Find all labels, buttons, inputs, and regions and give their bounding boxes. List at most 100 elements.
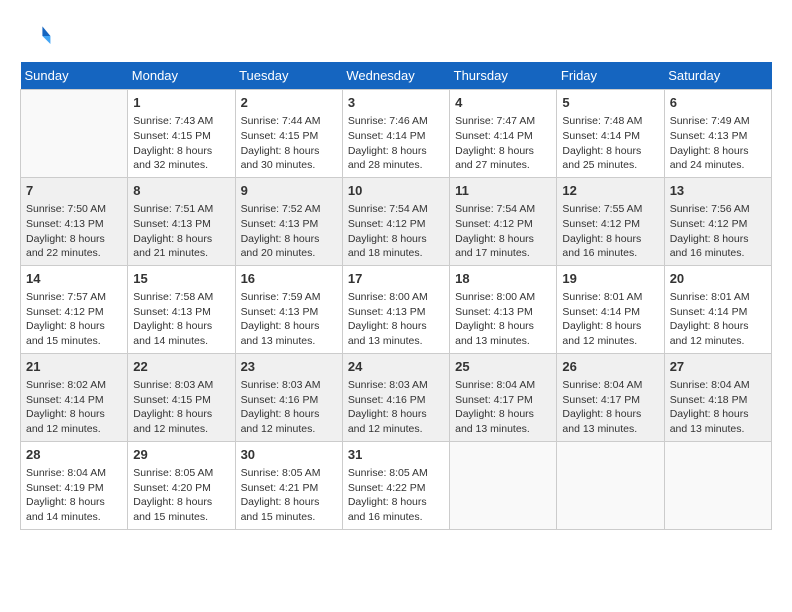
sunrise-text: Sunrise: 7:43 AM — [133, 114, 229, 129]
sunset-text: Sunset: 4:12 PM — [348, 217, 444, 232]
sunset-text: Sunset: 4:14 PM — [455, 129, 551, 144]
day-number: 23 — [241, 358, 337, 376]
sunset-text: Sunset: 4:14 PM — [670, 305, 766, 320]
sunrise-text: Sunrise: 7:50 AM — [26, 202, 122, 217]
day-number: 12 — [562, 182, 658, 200]
day-number: 1 — [133, 94, 229, 112]
sunrise-text: Sunrise: 8:01 AM — [670, 290, 766, 305]
sunset-text: Sunset: 4:12 PM — [562, 217, 658, 232]
daylight-text: Daylight: 8 hours and 13 minutes. — [241, 319, 337, 348]
calendar-cell: 7Sunrise: 7:50 AMSunset: 4:13 PMDaylight… — [21, 177, 128, 265]
sunrise-text: Sunrise: 7:48 AM — [562, 114, 658, 129]
day-number: 22 — [133, 358, 229, 376]
calendar-cell: 19Sunrise: 8:01 AMSunset: 4:14 PMDayligh… — [557, 265, 664, 353]
day-number: 5 — [562, 94, 658, 112]
day-number: 10 — [348, 182, 444, 200]
col-header-wednesday: Wednesday — [342, 62, 449, 90]
sunset-text: Sunset: 4:14 PM — [348, 129, 444, 144]
daylight-text: Daylight: 8 hours and 13 minutes. — [348, 319, 444, 348]
sunset-text: Sunset: 4:22 PM — [348, 481, 444, 496]
sunrise-text: Sunrise: 8:04 AM — [670, 378, 766, 393]
calendar-week-row: 7Sunrise: 7:50 AMSunset: 4:13 PMDaylight… — [21, 177, 772, 265]
sunrise-text: Sunrise: 8:03 AM — [133, 378, 229, 393]
daylight-text: Daylight: 8 hours and 12 minutes. — [26, 407, 122, 436]
daylight-text: Daylight: 8 hours and 12 minutes. — [670, 319, 766, 348]
daylight-text: Daylight: 8 hours and 17 minutes. — [455, 232, 551, 261]
sunrise-text: Sunrise: 8:04 AM — [26, 466, 122, 481]
sunrise-text: Sunrise: 8:05 AM — [348, 466, 444, 481]
col-header-sunday: Sunday — [21, 62, 128, 90]
calendar-cell: 23Sunrise: 8:03 AMSunset: 4:16 PMDayligh… — [235, 353, 342, 441]
sunset-text: Sunset: 4:13 PM — [241, 305, 337, 320]
sunset-text: Sunset: 4:13 PM — [133, 305, 229, 320]
daylight-text: Daylight: 8 hours and 21 minutes. — [133, 232, 229, 261]
calendar-cell: 5 Sunrise: 7:48 AMSunset: 4:14 PMDaylight… — [557, 90, 664, 178]
daylight-text: Daylight: 8 hours and 12 minutes. — [133, 407, 229, 436]
calendar-cell: 21Sunrise: 8:02 AMSunset: 4:14 PMDayligh… — [21, 353, 128, 441]
daylight-text: Daylight: 8 hours and 15 minutes. — [133, 495, 229, 524]
daylight-text: Daylight: 8 hours and 28 minutes. — [348, 144, 444, 173]
calendar-week-row: 1 Sunrise: 7:43 AMSunset: 4:15 PM Daylight… — [21, 90, 772, 178]
calendar-cell: 28Sunrise: 8:04 AMSunset: 4:19 PMDayligh… — [21, 441, 128, 529]
calendar-cell: 10Sunrise: 7:54 AMSunset: 4:12 PMDayligh… — [342, 177, 449, 265]
sunrise-text: Sunrise: 8:00 AM — [455, 290, 551, 305]
calendar-cell: 24Sunrise: 8:03 AMSunset: 4:16 PMDayligh… — [342, 353, 449, 441]
sunset-text: Sunset: 4:14 PM — [26, 393, 122, 408]
calendar-cell: 29Sunrise: 8:05 AMSunset: 4:20 PMDayligh… — [128, 441, 235, 529]
daylight-text: Daylight: 8 hours and 22 minutes. — [26, 232, 122, 261]
day-number: 3 — [348, 94, 444, 112]
sunrise-text: Sunrise: 7:49 AM — [670, 114, 766, 129]
sunset-text: Sunset: 4:14 PM — [562, 129, 658, 144]
calendar-cell: 20Sunrise: 8:01 AMSunset: 4:14 PMDayligh… — [664, 265, 771, 353]
calendar-cell — [664, 441, 771, 529]
sunset-text: Sunset: 4:13 PM — [133, 217, 229, 232]
day-number: 29 — [133, 446, 229, 464]
day-number: 7 — [26, 182, 122, 200]
daylight-text: Daylight: 8 hours and 25 minutes. — [562, 144, 658, 173]
day-number: 17 — [348, 270, 444, 288]
calendar-cell: 3 Sunrise: 7:46 AMSunset: 4:14 PMDaylight… — [342, 90, 449, 178]
day-number: 28 — [26, 446, 122, 464]
day-number: 16 — [241, 270, 337, 288]
daylight-text: Daylight: 8 hours and 12 minutes. — [562, 319, 658, 348]
sunrise-text: Sunrise: 8:03 AM — [348, 378, 444, 393]
calendar-cell: 2Sunrise: 7:44 AMSunset: 4:15 PMDaylight… — [235, 90, 342, 178]
day-number: 8 — [133, 182, 229, 200]
calendar-cell: 11Sunrise: 7:54 AMSunset: 4:12 PMDayligh… — [450, 177, 557, 265]
calendar-cell: 30Sunrise: 8:05 AMSunset: 4:21 PMDayligh… — [235, 441, 342, 529]
sunset-text: Sunset: 4:15 PM — [133, 393, 229, 408]
sunrise-text: Sunrise: 7:54 AM — [455, 202, 551, 217]
sunrise-text: Sunrise: 7:46 AM — [348, 114, 444, 129]
day-number: 27 — [670, 358, 766, 376]
daylight-text: Daylight: 8 hours and 12 minutes. — [348, 407, 444, 436]
day-number: 21 — [26, 358, 122, 376]
logo — [20, 20, 56, 52]
calendar-week-row: 14Sunrise: 7:57 AMSunset: 4:12 PMDayligh… — [21, 265, 772, 353]
day-number: 6 — [670, 94, 766, 112]
calendar-cell: 18Sunrise: 8:00 AMSunset: 4:13 PMDayligh… — [450, 265, 557, 353]
day-number: 2 — [241, 94, 337, 112]
calendar-cell — [557, 441, 664, 529]
calendar-cell: 9Sunrise: 7:52 AMSunset: 4:13 PMDaylight… — [235, 177, 342, 265]
sunrise-text: Sunrise: 8:04 AM — [562, 378, 658, 393]
calendar-week-row: 28 Sunrise: 8:04 AMSunset: 4:19 PM Dayligh… — [21, 441, 772, 529]
sunset-text: Sunset: 4:15 PM — [133, 129, 229, 144]
logo-icon — [20, 20, 52, 52]
sunset-text: Sunset: 4:18 PM — [670, 393, 766, 408]
daylight-text: Daylight: 8 hours and 16 minutes. — [348, 495, 444, 524]
sunrise-text: Sunrise: 7:51 AM — [133, 202, 229, 217]
day-number: 9 — [241, 182, 337, 200]
sunrise-text: Sunrise: 7:59 AM — [241, 290, 337, 305]
sunset-text: Sunset: 4:19 PM — [26, 481, 122, 496]
calendar-week-row: 21Sunrise: 8:02 AMSunset: 4:14 PMDayligh… — [21, 353, 772, 441]
calendar-cell: 6Sunrise: 7:49 AMSunset: 4:13 PMDaylight… — [664, 90, 771, 178]
day-number: 15 — [133, 270, 229, 288]
sunrise-text: Sunrise: 8:03 AM — [241, 378, 337, 393]
daylight-text: Daylight: 8 hours and 13 minutes. — [455, 319, 551, 348]
calendar-cell: 31Sunrise: 8:05 AMSunset: 4:22 PMDayligh… — [342, 441, 449, 529]
sunset-text: Sunset: 4:20 PM — [133, 481, 229, 496]
calendar-cell: 8 Sunrise: 7:51 AMSunset: 4:13 PMDaylight… — [128, 177, 235, 265]
calendar-cell: 22 Sunrise: 8:03 AMSunset: 4:15 PMDayligh… — [128, 353, 235, 441]
sunrise-text: Sunrise: 7:44 AM — [241, 114, 337, 129]
calendar-cell: 4Sunrise: 7:47 AMSunset: 4:14 PMDaylight… — [450, 90, 557, 178]
